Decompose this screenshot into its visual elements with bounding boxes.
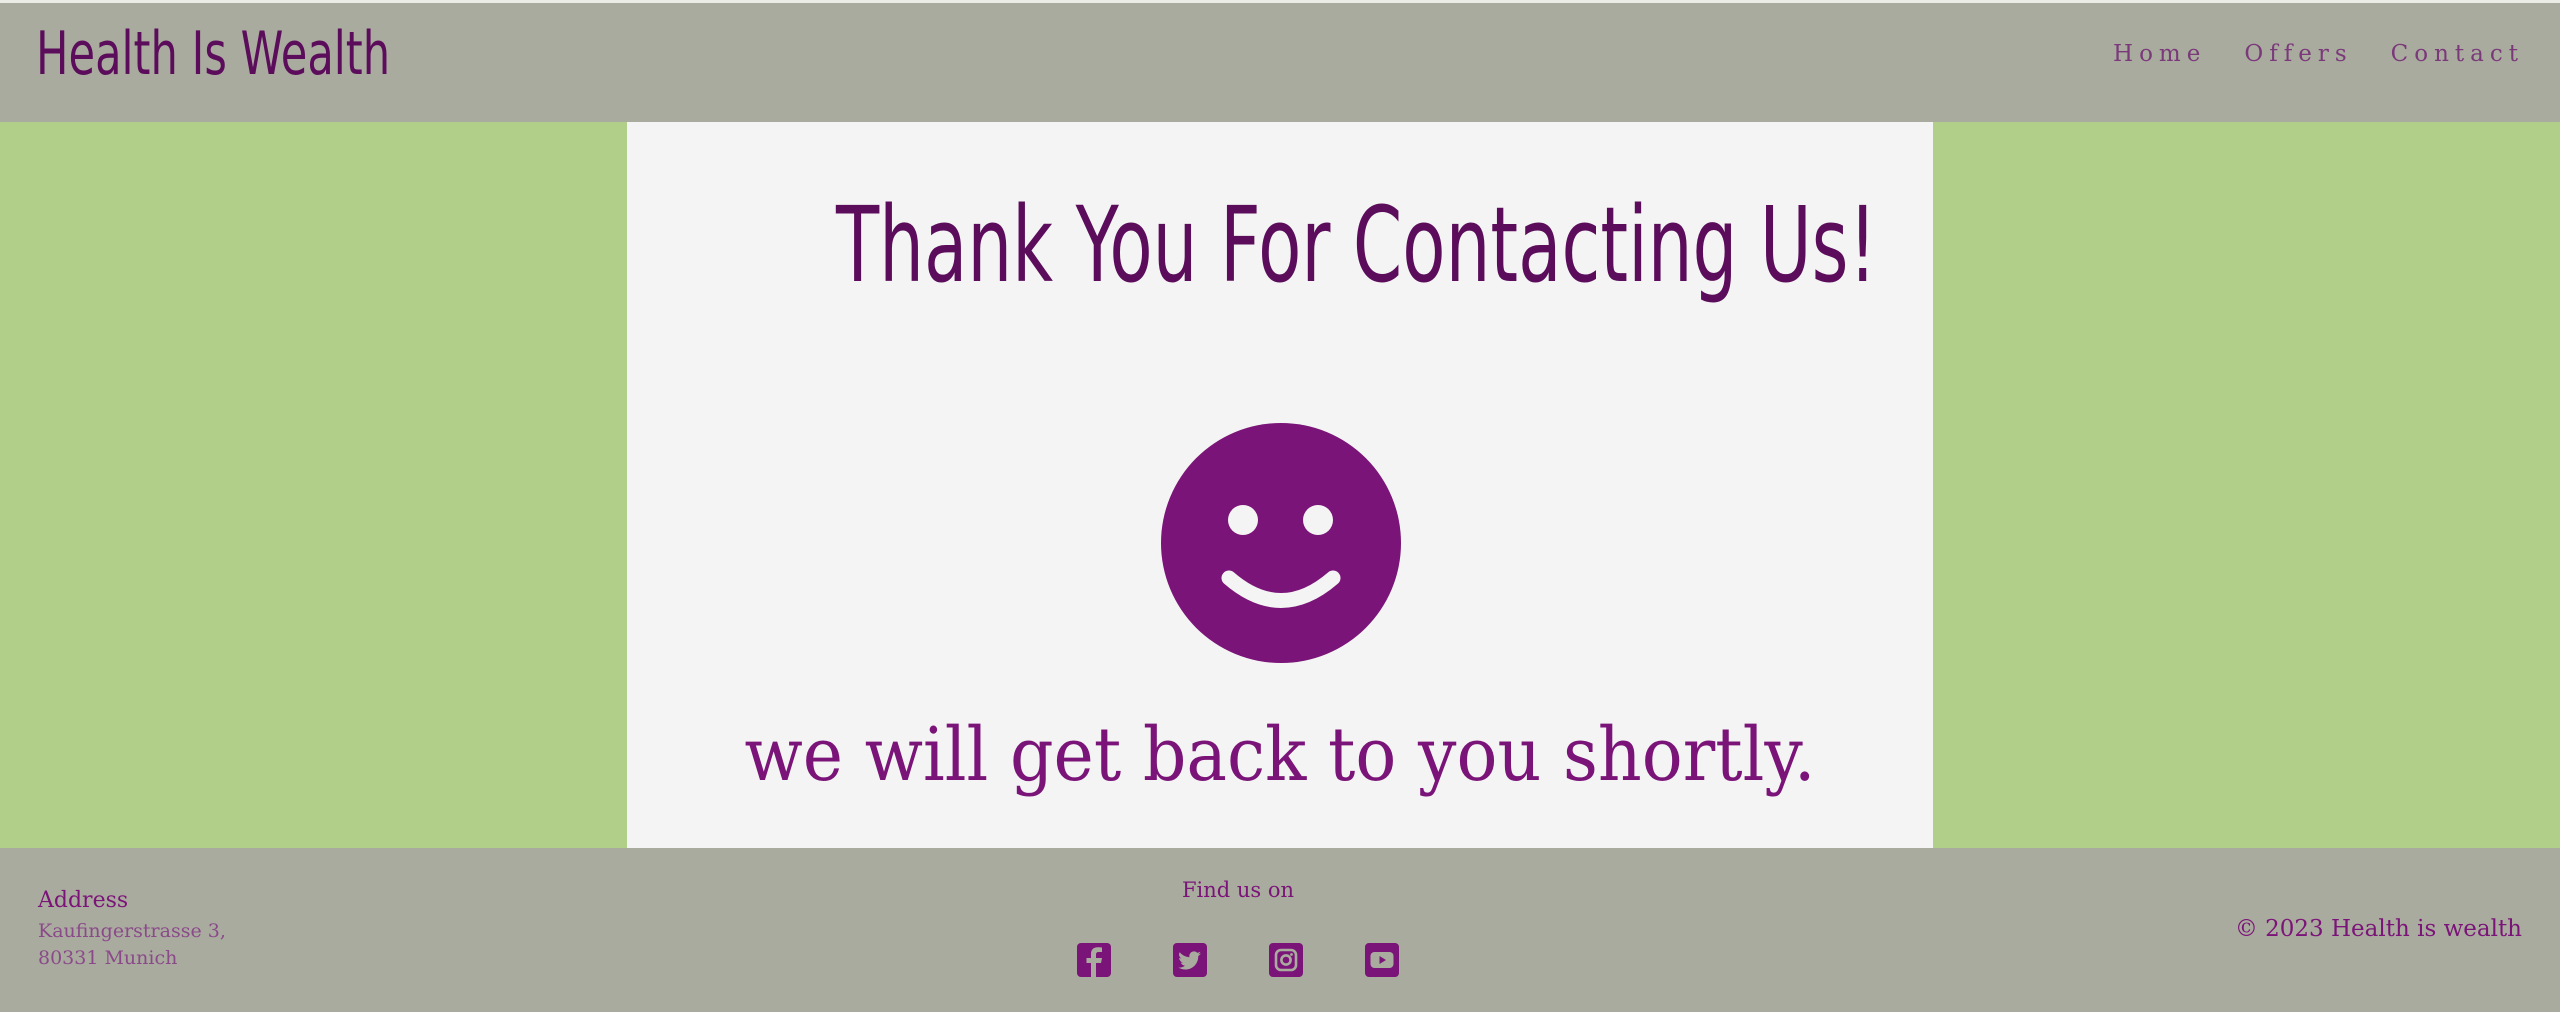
address-line-street: Kaufingerstrasse 3, [38,920,226,942]
site-footer: Address Kaufingerstrasse 3, 80331 Munich… [0,848,2560,1012]
copyright-notice: © 2023 Health is wealth [2234,916,2522,942]
nav-contact[interactable]: Contact [2391,41,2524,67]
thank-you-card: Thank You For Contacting Us! we will get… [627,122,1933,848]
smiley-face-icon [1161,423,1401,663]
address-title: Address [38,888,129,913]
find-us-label: Find us on [1181,878,1295,902]
nav-home[interactable]: Home [2113,41,2206,67]
page-title: Thank You For Contacting Us! [835,184,1877,306]
confirmation-message: we will get back to you shortly. [744,712,1816,798]
twitter-icon[interactable] [1172,942,1208,978]
site-logo-title[interactable]: Health Is Wealth [36,19,390,89]
nav-offers[interactable]: Offers [2244,41,2352,67]
facebook-icon[interactable] [1076,942,1112,978]
site-header: Health Is Wealth Home Offers Contact [0,0,2560,122]
instagram-icon[interactable] [1268,942,1304,978]
main-nav: Home Offers Contact [2113,41,2524,67]
youtube-icon[interactable] [1364,942,1400,978]
address-line-city: 80331 Munich [38,947,178,969]
